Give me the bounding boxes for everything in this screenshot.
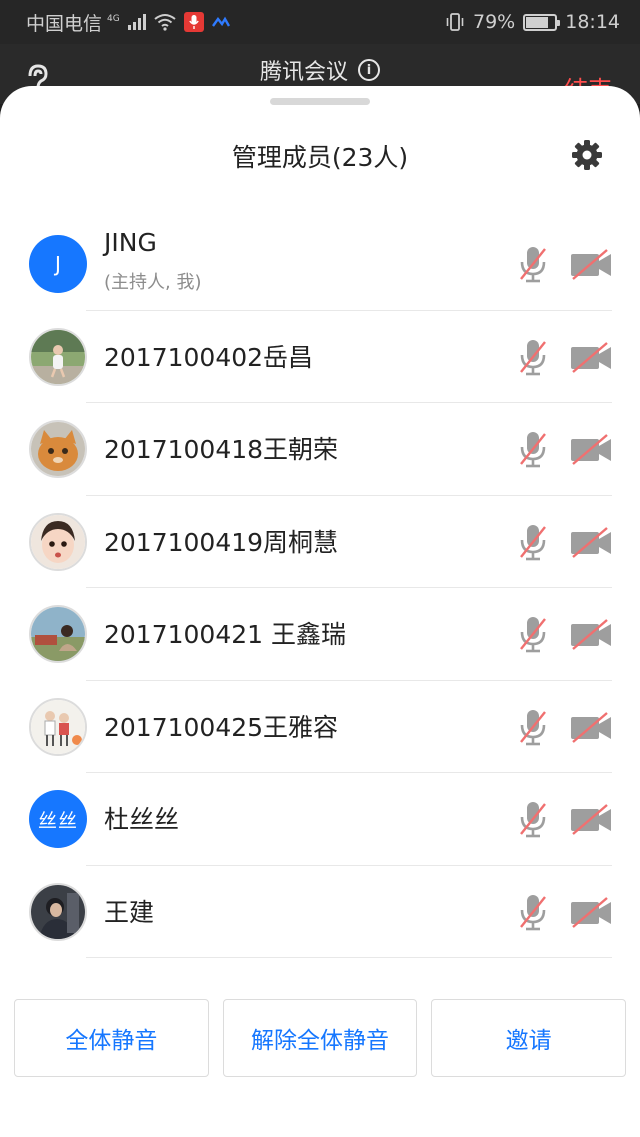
member-list: J JING (主持人, 我) 2017100402岳昌 2017100418王… (0, 218, 640, 958)
status-bar: 中国电信 4G 79% 18:14 (0, 0, 640, 44)
user-photo-icon (31, 329, 85, 384)
meeting-title-text: 腾讯会议 (259, 60, 348, 85)
settings-gear-icon[interactable] (570, 138, 604, 172)
member-name: 2017100402岳昌 (104, 342, 314, 372)
network-type: 4G (107, 13, 120, 24)
landscape-photo-icon (31, 607, 85, 661)
mic-muted-icon[interactable] (515, 522, 551, 562)
mute-all-button[interactable]: 全体静音 (14, 999, 209, 1077)
mic-muted-icon[interactable] (515, 707, 551, 747)
mic-muted-icon[interactable] (515, 429, 551, 469)
battery-percent: 79% (473, 11, 516, 33)
member-name: 2017100421 王鑫瑞 (104, 620, 347, 649)
camera-off-icon[interactable] (569, 619, 613, 651)
member-row[interactable]: 2017100402岳昌 (0, 311, 640, 403)
avatar (29, 512, 87, 571)
member-row[interactable]: 2017100421 王鑫瑞 (0, 588, 640, 681)
avatar-initial: J (55, 252, 61, 276)
wifi-icon (154, 14, 176, 31)
signal-icon (127, 14, 146, 30)
avatar (29, 605, 87, 663)
drag-handle[interactable] (270, 98, 370, 105)
avatar-text: 丝丝 (37, 809, 78, 832)
member-role: (主持人, 我) (104, 272, 202, 293)
member-name: JING (104, 228, 157, 257)
mic-muted-icon[interactable] (515, 244, 551, 284)
battery-icon (523, 13, 561, 31)
carrier-label: 中国电信 (26, 12, 103, 35)
camera-off-icon[interactable] (569, 896, 613, 929)
camera-off-icon[interactable] (569, 341, 613, 374)
bottom-actions: 全体静音 解除全体静音 邀请 (14, 999, 627, 1077)
avatar (29, 882, 87, 941)
row-divider (86, 957, 612, 958)
baby-photo-icon (31, 514, 85, 569)
member-row[interactable]: 王建 (0, 866, 640, 958)
mic-muted-icon[interactable] (515, 799, 551, 839)
status-right: 79% 18:14 (445, 11, 620, 33)
camera-off-icon[interactable] (569, 804, 613, 836)
camera-off-icon[interactable] (569, 434, 613, 466)
recording-mic-icon (183, 12, 204, 32)
info-icon[interactable]: i (358, 59, 380, 81)
mic-muted-icon[interactable] (515, 614, 551, 654)
member-management-sheet: 管理成员(23人) J JING (主持人, 我) 2017100402岳昌 2… (0, 86, 640, 1137)
app-notification-icon (211, 16, 230, 27)
avatar (29, 697, 87, 756)
member-row[interactable]: 2017100419周桐慧 (0, 496, 640, 588)
cat-photo-icon (31, 422, 85, 476)
cartoon-photo-icon (31, 699, 85, 754)
camera-off-icon[interactable] (569, 249, 613, 281)
member-row[interactable]: J JING (主持人, 我) (0, 218, 640, 311)
status-left: 中国电信 4G (26, 9, 230, 36)
clock: 18:14 (565, 11, 620, 33)
member-name: 王建 (104, 897, 155, 927)
member-name: 2017100425王雅容 (104, 712, 339, 742)
camera-off-icon[interactable] (569, 526, 613, 559)
member-row[interactable]: 丝丝 杜丝丝 (0, 773, 640, 866)
unmute-all-button[interactable]: 解除全体静音 (222, 999, 418, 1077)
meeting-title: 腾讯会议 i (0, 54, 640, 86)
panel-title: 管理成员(23人) (231, 143, 409, 172)
vibrate-icon (446, 13, 464, 31)
avatar: J (29, 235, 87, 293)
avatar (29, 327, 87, 386)
member-row[interactable]: 2017100418王朝荣 (0, 403, 640, 496)
avatar (29, 420, 87, 478)
portrait-photo-icon (31, 884, 85, 939)
member-row[interactable]: 2017100425王雅容 (0, 681, 640, 773)
member-name: 2017100419周桐慧 (104, 527, 339, 557)
invite-button[interactable]: 邀请 (431, 999, 627, 1077)
camera-off-icon[interactable] (569, 711, 613, 744)
mic-muted-icon[interactable] (515, 337, 551, 377)
mic-muted-icon[interactable] (515, 892, 551, 932)
avatar: 丝丝 (29, 790, 87, 848)
member-name: 2017100418王朝荣 (104, 435, 339, 464)
member-name: 杜丝丝 (104, 805, 180, 834)
